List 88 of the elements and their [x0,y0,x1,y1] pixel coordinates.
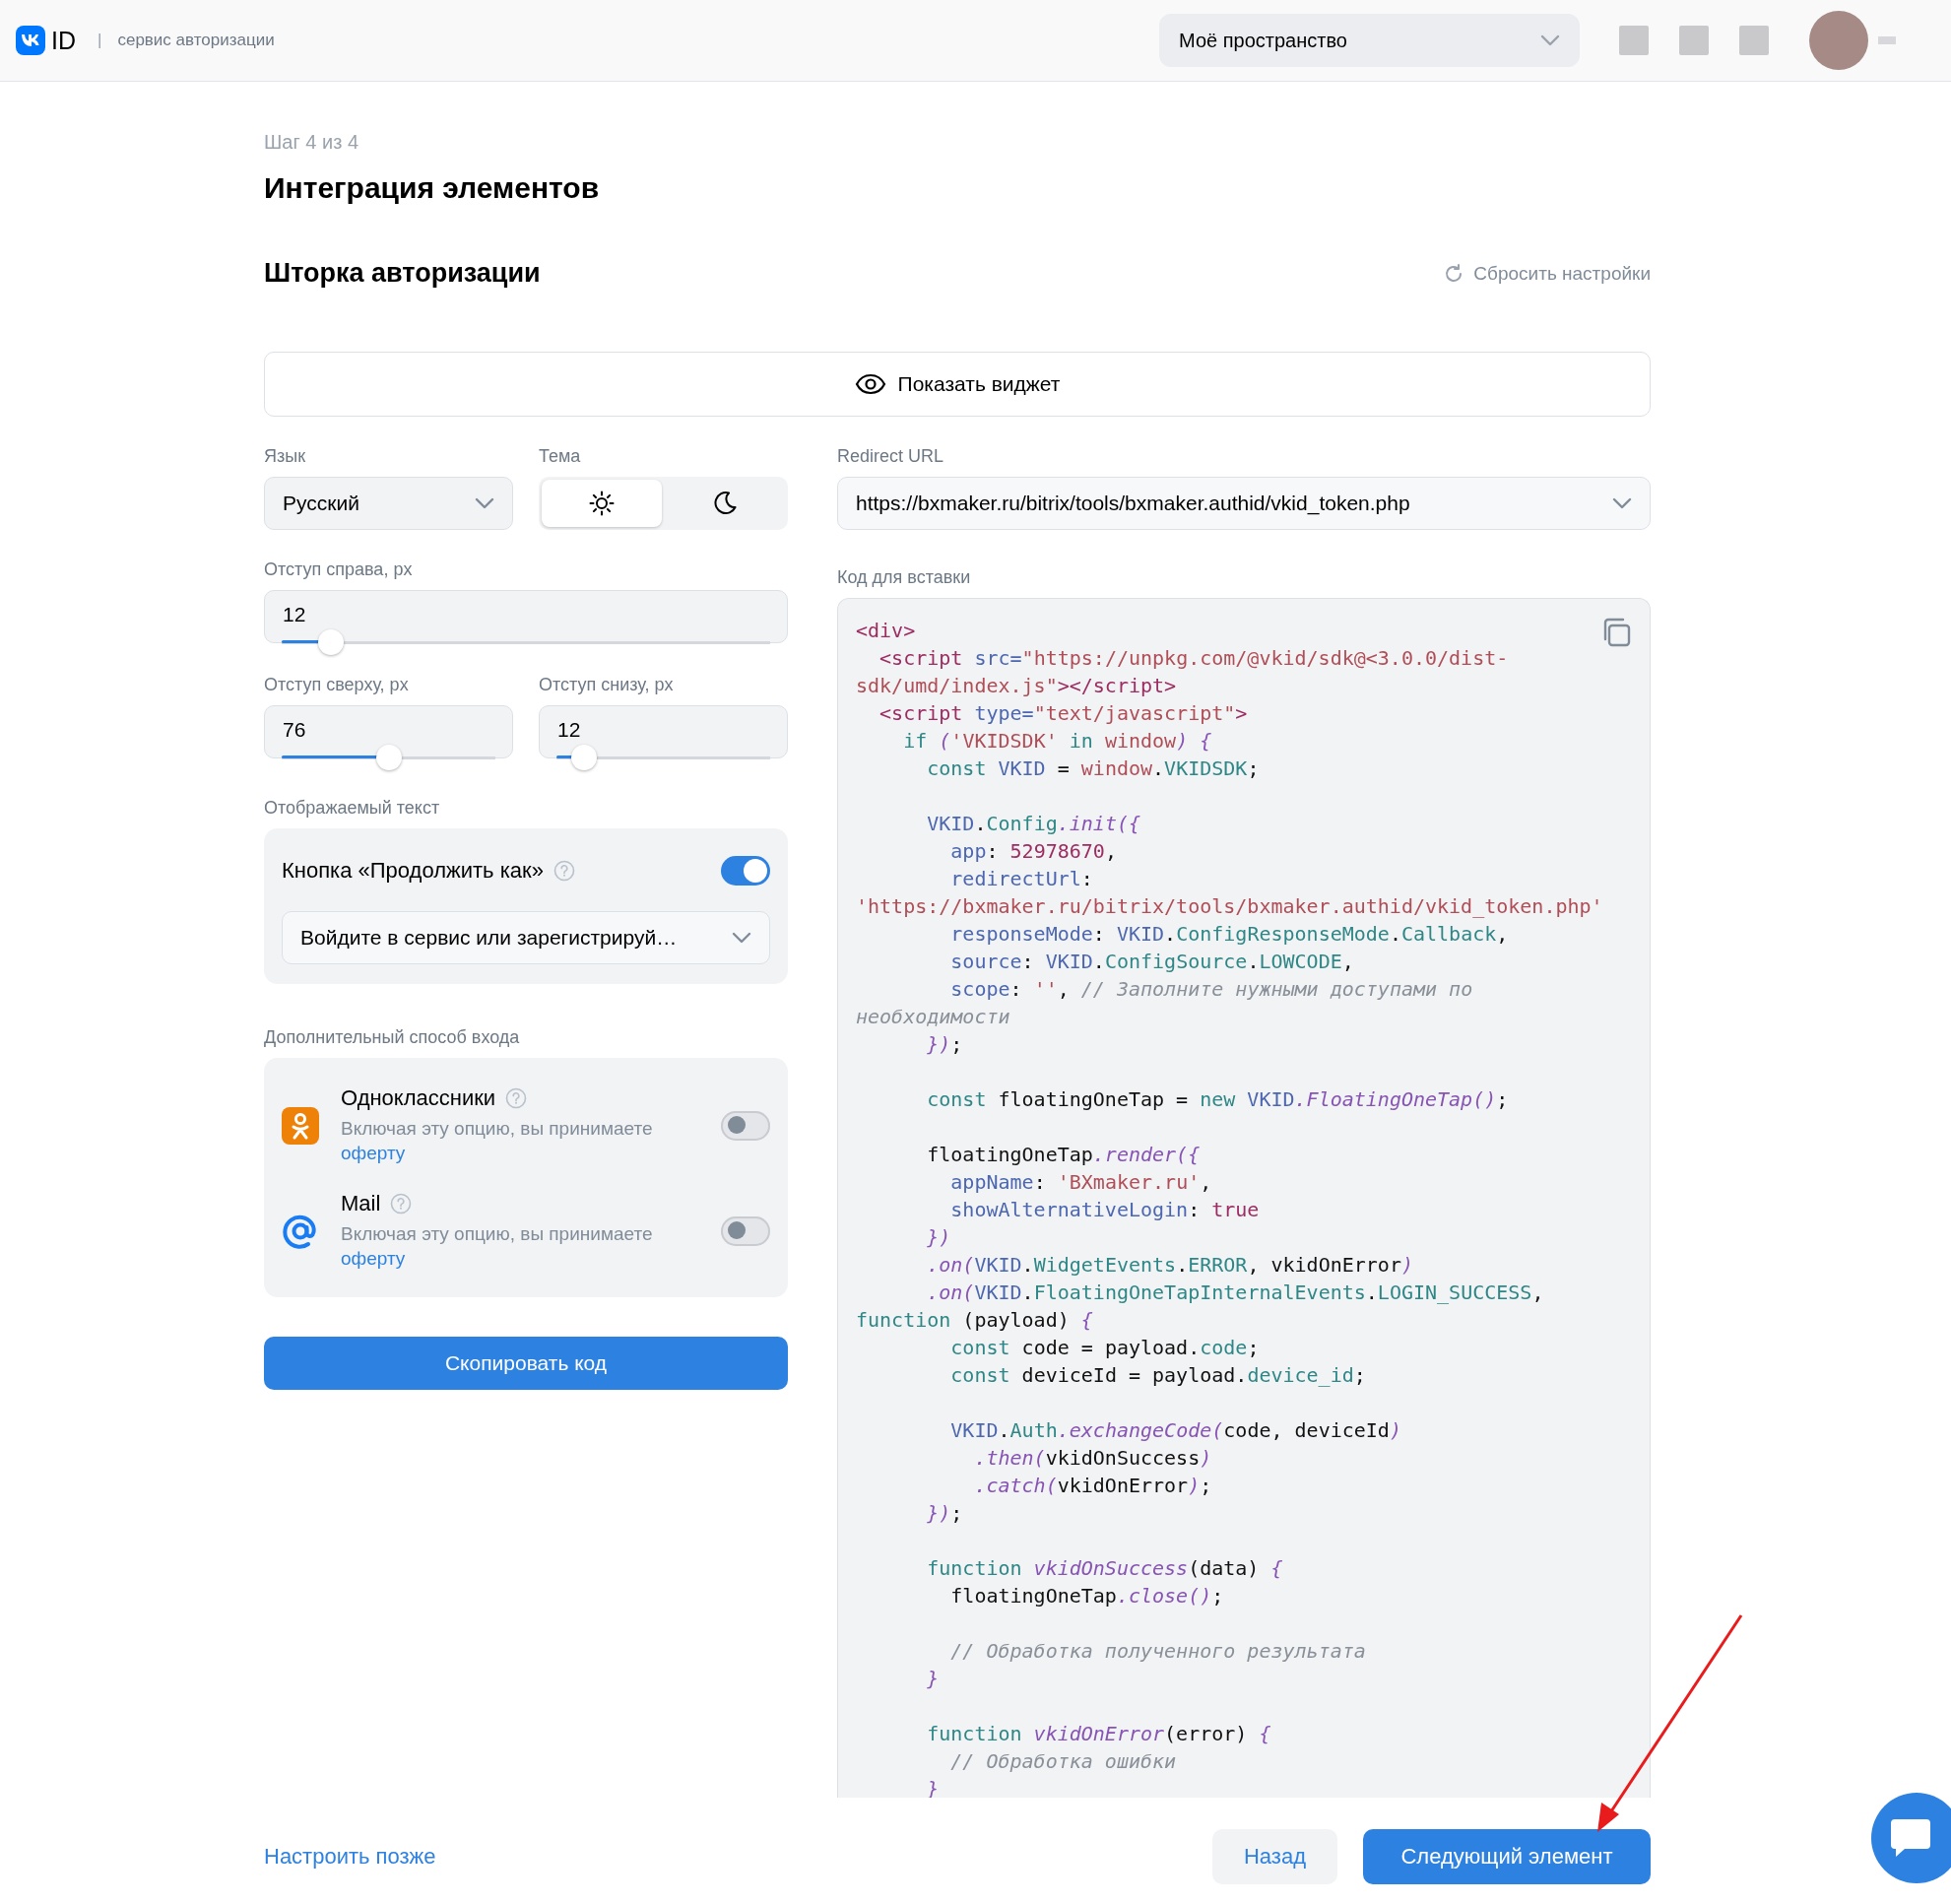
code-line: function (payload) { [856,1307,1093,1334]
copy-code-button[interactable]: Скопировать код [264,1336,788,1390]
field-label: Отступ справа, px [264,559,414,580]
brand-name: ID [51,26,76,55]
code-line: sdk/umd/index.js"></script> [856,673,1177,699]
step-counter: Шаг 4 из 4 [264,131,359,154]
code-line: const VKID = window.VKIDSDK; [926,755,1260,782]
code-line: function vkidOnSuccess(data) { [926,1555,1283,1582]
slider-handle[interactable] [375,745,402,770]
code-line: floatingOneTap.close(); [949,1583,1224,1609]
configure-later-link[interactable]: Настроить позже [264,1844,1212,1870]
code-line: <script src="https://unpkg.com/@vkid/sdk@<3.0.0/dist- [878,645,1509,672]
light-theme-option[interactable] [542,480,662,527]
code-line: }); [926,1031,963,1058]
code-line: .then(vkidOnSuccess) [973,1445,1212,1472]
chevron-down-icon [1540,34,1560,46]
toggle-switch[interactable] [721,1110,770,1141]
option-title: Mail [341,1191,381,1217]
code-line: }) [926,1224,951,1251]
person-badge-icon [282,1106,319,1145]
field-label: Тема [539,446,582,467]
code-line: } [926,1666,940,1692]
slider-handle[interactable] [317,629,344,655]
service-name: сервис авторизации [117,31,275,50]
toggle-switch[interactable] [721,856,770,886]
code-line: floatingOneTap.render({ [926,1142,1201,1168]
option-description: Включая эту опцию, вы принимаете оферту [341,1222,654,1272]
code-line: <script type="text/javascript"> [878,700,1248,727]
code-line: if ('VKIDSDK' in window) { [902,728,1212,755]
chevron-down-icon [732,932,751,944]
help-icon [505,1087,528,1109]
code-line: VKID.Auth.exchangeCode(code, deviceId) [949,1417,1401,1444]
field-label: Redirect URL [837,446,945,467]
toggle-label: Кнопка «Продолжить как» [282,858,544,884]
code-line: app: 52978670, [949,838,1117,865]
code-line: необходимости [856,1004,1010,1030]
help-icon [390,1193,413,1215]
code-line: appName: 'BXmaker.ru', [949,1169,1212,1196]
chevron-down-icon [475,497,494,509]
code-line: .catch(vkidOnError); [973,1473,1212,1499]
code-line: scope: '', // Заполните нужными доступами по [949,976,1473,1003]
field-label: Отображаемый текст [264,798,441,819]
code-line: const deviceId = payload.device_id; [949,1362,1366,1389]
text-dropdown[interactable]: Войдите в сервис или зарегистрируй… [282,911,770,964]
code-line: showAlternativeLogin: true [949,1197,1260,1223]
code-line: 'https://bxmaker.ru/bitrix/tools/bxmaker.authid/vkid_token.php' [856,893,1603,920]
code-line: .on(VKID.WidgetEvents.ERROR, vkidOnError) [926,1252,1413,1279]
option-description: Включая эту опцию, вы принимаете оферту [341,1117,654,1165]
avatar-placeholder[interactable] [1809,11,1868,70]
code-line: // Обработка полученного результата [949,1638,1366,1665]
field-label: Отступ снизу, px [539,675,675,695]
next-element-button[interactable]: Следующий элемент [1363,1829,1651,1884]
code-line: const floatingOneTap = new VKID.FloatingOneTap(); [926,1086,1509,1113]
help-icon [553,860,575,882]
code-line: function vkidOnError(error) { [926,1721,1271,1747]
field-label: Код для вставки [837,567,972,588]
back-button[interactable]: Назад [1211,1829,1337,1884]
field-label: Язык [264,446,307,467]
show-widget-button[interactable]: Показать виджет [264,352,1651,417]
slider-handle[interactable] [571,745,598,770]
chevron-down-icon [1612,497,1632,509]
eye-icon [854,373,886,395]
code-line: source: VKID.ConfigSource.LOWCODE, [949,949,1354,975]
code-line: redirectUrl: [949,866,1093,892]
language-dropdown[interactable]: Русский [264,477,513,530]
sun-icon [588,491,615,516]
offer-link[interactable]: оферту [341,1142,406,1163]
page-title: Интеграция элементов [264,171,601,205]
field-label: Отступ сверху, px [264,675,410,695]
field-label: Дополнительный способ входа [264,1027,521,1048]
at-sign-icon [282,1213,319,1251]
offer-link[interactable]: оферту [341,1248,406,1270]
moon-icon [712,491,739,516]
code-line: // Обработка ошибки [949,1748,1177,1775]
code-line: responseMode: VKID.ConfigResponseMode.Callback, [949,921,1509,948]
separator-text: | [98,31,102,50]
chat-bubble-icon [1889,1817,1932,1859]
toggle-switch[interactable] [721,1216,770,1247]
workspace-dropdown[interactable]: Моё пространство [1159,14,1580,67]
code-line: VKID.Config.init({ [926,811,1140,837]
code-line: const code = payload.code; [949,1335,1260,1361]
option-title: Одноклассники [341,1085,496,1111]
logo-icon[interactable] [16,26,45,55]
code-line: .on(VKID.FloatingOneTapInternalEvents.LOGIN_SUCCESS, [926,1280,1544,1306]
code-line: <div> [856,618,916,644]
code-line: }); [926,1500,963,1527]
redirect-url-dropdown[interactable]: https://bxmaker.ru/bitrix/tools/bxmaker.authid/vkid_token.php [837,477,1651,530]
section-title: Шторка авторизации [264,258,541,289]
